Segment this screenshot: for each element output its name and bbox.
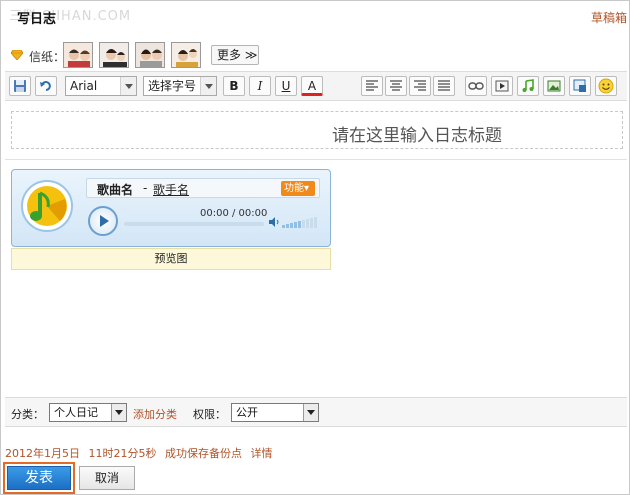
save-icon[interactable] [9, 76, 31, 96]
align-center-icon[interactable] [385, 76, 407, 96]
font-family-value: Arial [70, 79, 98, 93]
status-message: 成功保存备份点 [165, 447, 242, 460]
editor-toolbar: Arial 选择字号 B I U A [5, 71, 627, 101]
more-papers-button[interactable]: 更多 ≫ [211, 45, 259, 65]
paper-thumbnail-4[interactable] [171, 42, 201, 68]
align-left-icon[interactable] [361, 76, 383, 96]
letter-paper-row: 信纸： 更多 ≫ [5, 41, 627, 69]
align-right-icon[interactable] [409, 76, 431, 96]
link-icon[interactable] [465, 76, 487, 96]
paper-thumbnail-2[interactable] [99, 42, 129, 68]
play-icon[interactable] [88, 206, 118, 236]
editor-area[interactable]: 请在这里输入日志标题 歌曲名 - 歌手名 功能▾ 00:00 / 00:00 预… [5, 101, 627, 397]
draft-box-link[interactable]: 草稿箱 [591, 9, 627, 26]
font-color-button[interactable]: A [301, 76, 323, 96]
video-icon[interactable] [491, 76, 513, 96]
speaker-icon[interactable] [268, 216, 280, 228]
chevron-down-icon [200, 77, 216, 95]
cancel-button[interactable]: 取消 [79, 466, 135, 490]
status-time: 11时21分5秒 [88, 447, 157, 460]
category-select[interactable]: 个人日记 [49, 403, 127, 422]
chevron-down-icon [120, 77, 136, 95]
song-info-bar: 歌曲名 - 歌手名 功能▾ [86, 178, 320, 198]
publish-button[interactable]: 发表 [7, 466, 71, 490]
song-separator: - [143, 181, 148, 195]
artist-name[interactable]: 歌手名 [153, 181, 189, 198]
music-icon[interactable] [517, 76, 539, 96]
progress-bar[interactable] [124, 222, 264, 226]
bold-button[interactable]: B [223, 76, 245, 96]
justify-icon[interactable] [433, 76, 455, 96]
status-date: 2012年1月5日 [5, 447, 80, 460]
diamond-icon [11, 50, 23, 60]
letter-paper-label: 信纸： [29, 50, 66, 64]
status-details-link[interactable]: 详情 [251, 447, 273, 460]
underline-button[interactable]: U [275, 76, 297, 96]
font-size-value: 选择字号 [148, 79, 197, 93]
song-name: 歌曲名 [97, 183, 134, 197]
image-icon[interactable] [543, 76, 565, 96]
italic-button[interactable]: I [249, 76, 271, 96]
header: 三联 SJIHAN.COM 写日志 草稿箱 [1, 1, 629, 33]
title-placeholder: 请在这里输入日志标题 [332, 126, 502, 146]
font-family-select[interactable]: Arial [65, 76, 137, 96]
paper-thumbnail-1[interactable] [63, 42, 93, 68]
chevron-down-icon [111, 404, 126, 421]
insert-picture-icon[interactable] [569, 76, 591, 96]
function-menu-button[interactable]: 功能▾ [281, 181, 315, 196]
player-body: 歌曲名 - 歌手名 功能▾ 00:00 / 00:00 [11, 169, 331, 247]
publish-button-frame[interactable]: 发表 [3, 462, 75, 494]
undo-icon[interactable] [35, 76, 57, 96]
paper-thumbnail-3[interactable] [135, 42, 165, 68]
playback-time: 00:00 / 00:00 [200, 208, 268, 219]
category-label: 分类： [11, 408, 44, 421]
chevron-down-icon [303, 404, 318, 421]
blog-editor-page: 三联 SJIHAN.COM 写日志 草稿箱 信纸： 更多 ≫ Arial 选择字… [0, 0, 630, 495]
volume-slider[interactable] [282, 216, 322, 228]
page-title: 写日志 [17, 12, 57, 27]
divider [5, 159, 627, 160]
permission-value: 公开 [236, 406, 258, 419]
permission-label: 权限： [193, 408, 226, 421]
music-player[interactable]: 歌曲名 - 歌手名 功能▾ 00:00 / 00:00 预览图 [11, 169, 331, 272]
title-input[interactable]: 请在这里输入日志标题 [11, 111, 623, 149]
category-row: 分类： 个人日记 添加分类 权限： 公开 [5, 397, 627, 427]
add-category-link[interactable]: 添加分类 [133, 406, 177, 422]
font-size-select[interactable]: 选择字号 [143, 76, 217, 96]
permission-select[interactable]: 公开 [231, 403, 319, 422]
preview-label: 预览图 [11, 248, 331, 270]
save-status: 2012年1月5日 11时21分5秒 成功保存备份点 详情 [5, 445, 278, 461]
category-value: 个人日记 [54, 406, 98, 419]
emoticon-icon[interactable] [595, 76, 617, 96]
music-note-icon [21, 180, 73, 232]
